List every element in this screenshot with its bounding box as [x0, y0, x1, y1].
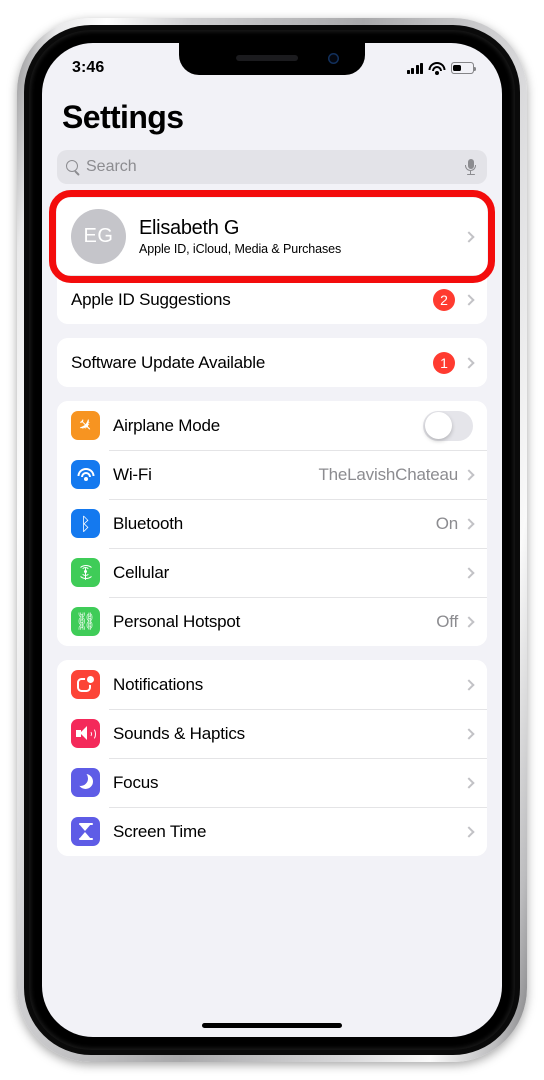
cellular-bars-icon [406, 62, 423, 74]
phone-screen: 3:46 Settings Search EG Elisabeth G Appl… [42, 43, 502, 1037]
speaker-icon [71, 719, 100, 748]
row-label: Notifications [113, 674, 203, 694]
sidebar-item-airplane-mode[interactable]: ✈ Airplane Mode [57, 401, 487, 450]
sidebar-item-apple-id-suggestions[interactable]: Apple ID Suggestions 2 [57, 275, 487, 324]
row-label: Focus [113, 772, 159, 792]
airplane-icon: ✈ [71, 411, 100, 440]
chevron-right-icon [463, 776, 475, 789]
update-group: Software Update Available 1 [57, 338, 487, 387]
row-value: TheLavishChateau [318, 464, 458, 484]
airplane-mode-toggle[interactable] [423, 410, 473, 441]
sidebar-item-bluetooth[interactable]: ᛒ Bluetooth On [57, 499, 487, 548]
row-label: Software Update Available [71, 352, 266, 372]
hotspot-link-icon: ⛓ [71, 607, 100, 636]
home-indicator [202, 1023, 342, 1028]
sidebar-item-notifications[interactable]: Notifications [57, 660, 487, 709]
row-label: Screen Time [113, 821, 207, 841]
row-value: On [435, 513, 458, 533]
notch [179, 43, 365, 75]
sidebar-item-sounds-haptics[interactable]: Sounds & Haptics [57, 709, 487, 758]
settings-content: Settings Search EG Elisabeth G Apple ID,… [42, 43, 502, 1037]
chevron-right-icon [463, 517, 475, 530]
sidebar-item-wifi[interactable]: Wi-Fi TheLavishChateau [57, 450, 487, 499]
system-group: Notifications Sounds & Haptics Focus Scr… [57, 660, 487, 856]
bluetooth-icon: ᛒ [71, 509, 100, 538]
sidebar-item-software-update[interactable]: Software Update Available 1 [57, 338, 487, 387]
search-placeholder: Search [86, 158, 137, 175]
moon-icon [71, 768, 100, 797]
chevron-right-icon [463, 615, 475, 628]
row-label: Airplane Mode [113, 415, 221, 435]
chevron-right-icon [463, 230, 475, 243]
chevron-right-icon [463, 727, 475, 740]
chevron-right-icon [463, 356, 475, 369]
row-label: Bluetooth [113, 513, 184, 533]
notification-icon [71, 670, 100, 699]
connectivity-group: ✈ Airplane Mode Wi-Fi TheLavishChateau ᛒ… [57, 401, 487, 646]
row-label: Wi-Fi [113, 464, 152, 484]
avatar: EG [71, 209, 126, 264]
chevron-right-icon [463, 566, 475, 579]
phone-midframe: 3:46 Settings Search EG Elisabeth G Appl… [24, 25, 520, 1055]
account-group: EG Elisabeth G Apple ID, iCloud, Media &… [57, 198, 487, 324]
row-label: Sounds & Haptics [113, 723, 245, 743]
hourglass-icon [71, 817, 100, 846]
wifi-icon [428, 62, 446, 75]
cellular-antenna-icon [71, 558, 100, 587]
row-value: Off [436, 611, 458, 631]
status-time: 3:46 [72, 59, 105, 76]
status-badge: 1 [433, 351, 455, 374]
row-label: Personal Hotspot [113, 611, 241, 631]
phone-frame: 3:46 Settings Search EG Elisabeth G Appl… [17, 18, 527, 1062]
screenshot-stage: 3:46 Settings Search EG Elisabeth G Appl… [0, 0, 544, 1080]
apple-id-name: Elisabeth G [139, 217, 240, 239]
apple-id-row[interactable]: EG Elisabeth G Apple ID, iCloud, Media &… [57, 198, 487, 275]
row-label: Apple ID Suggestions [71, 290, 231, 309]
search-icon [66, 160, 80, 174]
status-badge: 2 [433, 289, 455, 311]
sidebar-item-cellular[interactable]: Cellular [57, 548, 487, 597]
earpiece-speaker [236, 55, 299, 61]
sidebar-item-focus[interactable]: Focus [57, 758, 487, 807]
status-indicators [406, 62, 477, 75]
chevron-right-icon [463, 825, 475, 838]
phone-bezel: 3:46 Settings Search EG Elisabeth G Appl… [29, 30, 515, 1050]
apple-id-text: Elisabeth G Apple ID, iCloud, Media & Pu… [139, 217, 465, 256]
chevron-right-icon [463, 678, 475, 691]
sidebar-item-screen-time[interactable]: Screen Time [57, 807, 487, 856]
search-input[interactable]: Search [57, 150, 487, 184]
front-camera-icon [328, 53, 339, 64]
sidebar-item-personal-hotspot[interactable]: ⛓ Personal Hotspot Off [57, 597, 487, 646]
row-label: Cellular [113, 562, 170, 582]
chevron-right-icon [463, 468, 475, 481]
microphone-icon[interactable] [464, 158, 477, 176]
apple-id-subtitle: Apple ID, iCloud, Media & Purchases [139, 242, 342, 256]
battery-icon [451, 62, 477, 74]
chevron-right-icon [463, 294, 475, 306]
wifi-icon [71, 460, 100, 489]
